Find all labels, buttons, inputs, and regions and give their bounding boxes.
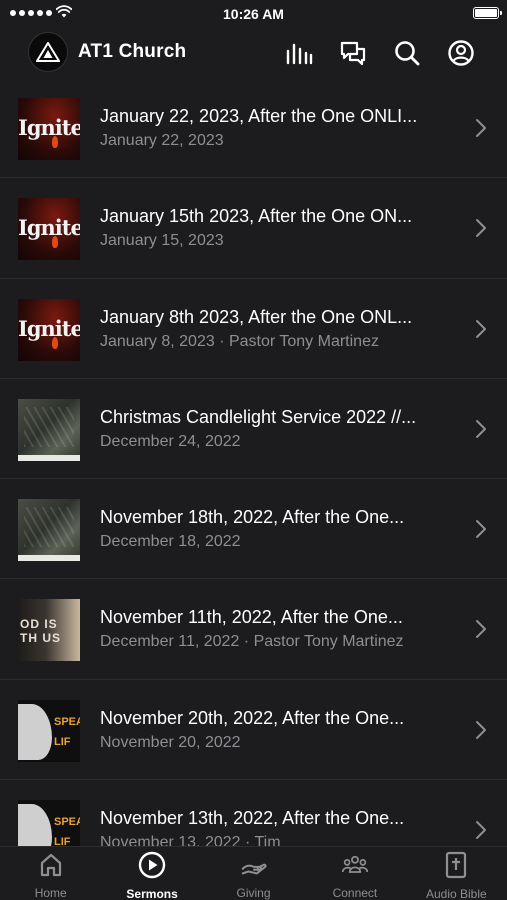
sermon-row[interactable]: SPEA LIF November 20th, 2022, After the O… [0, 680, 507, 781]
play-circle-icon [138, 851, 166, 879]
chat-bubbles-icon [340, 41, 366, 66]
sermon-title: January 22, 2023, After the One ONLI... [100, 106, 418, 126]
chevron-right-icon [475, 519, 487, 544]
thumbnail-text: SPEA LIF [54, 816, 80, 846]
status-time: 10:26 AM [223, 6, 284, 22]
thumbnail-text: Ignite [18, 215, 80, 241]
face-silhouette [18, 804, 52, 846]
sermon-thumbnail: Ignite [18, 198, 80, 261]
app-title: AT1 Church [78, 41, 187, 62]
sermon-row[interactable]: Ignite January 22, 2023, After the One ON… [0, 78, 507, 179]
tab-bar: Home Sermons Giving Connect Audio Bible [0, 846, 507, 900]
flame-icon [52, 336, 58, 349]
flame-icon [52, 236, 58, 249]
live-audio-button[interactable] [284, 38, 314, 68]
sermon-list[interactable]: Ignite January 22, 2023, After the One ON… [0, 78, 507, 846]
tab-label: Home [34, 886, 67, 900]
tab-giving[interactable]: Giving [203, 847, 304, 900]
tab-home[interactable]: Home [0, 847, 101, 900]
sermon-subtitle: December 18, 2022 [100, 533, 241, 551]
chevron-right-icon [475, 720, 487, 745]
tab-label: Sermons [126, 887, 178, 900]
chevron-right-icon [475, 319, 487, 344]
chevron-right-icon [475, 118, 487, 143]
chevron-right-icon [475, 419, 487, 444]
chevron-right-icon [475, 619, 487, 644]
tab-audio-bible[interactable]: Audio Bible [406, 847, 507, 900]
thumbnail-text: Ignite [18, 115, 80, 140]
search-button[interactable] [392, 38, 422, 68]
flame-icon [52, 136, 58, 148]
sermon-title: November 18th, 2022, After the One... [100, 507, 405, 528]
people-icon [341, 851, 369, 878]
sermon-title: November 13th, 2022, After the One... [100, 808, 405, 829]
thumbnail-text: OD IS TH US [20, 617, 61, 646]
sermon-row[interactable]: SPEA LIF November 13th, 2022, After the O… [0, 780, 507, 846]
battery-icon [473, 7, 502, 19]
sermon-subtitle: January 8, 2023 · Pastor Tony Martinez [100, 332, 379, 350]
chevron-right-icon [475, 820, 487, 845]
sermon-subtitle: December 11, 2022 · Pastor Tony Martinez [100, 633, 404, 651]
messages-button[interactable] [338, 38, 368, 68]
sermon-thumbnail: SPEA LIF [18, 800, 80, 846]
status-bar: 10:26 AM [0, 0, 507, 28]
audio-bars-icon [286, 43, 313, 65]
sermon-row[interactable]: OD IS TH US November 11th, 2022, After th… [0, 579, 507, 680]
sermon-subtitle: November 20, 2022 [100, 733, 241, 751]
sermon-subtitle: December 24, 2022 [100, 432, 241, 450]
sermon-row[interactable]: November 18th, 2022, After the One... Dec… [0, 479, 507, 580]
tab-label: Connect [332, 886, 378, 900]
sermon-thumbnail: Ignite [18, 298, 80, 361]
tab-sermons[interactable]: Sermons [101, 847, 202, 900]
sermon-subtitle: January 15, 2023 [100, 232, 224, 250]
home-icon [37, 851, 65, 878]
app-header: AT1 Church [0, 28, 507, 78]
bible-icon [442, 851, 470, 879]
church-logo[interactable] [28, 32, 68, 72]
sermon-subtitle: November 13, 2022 · Tim [100, 834, 281, 846]
sermon-row[interactable]: Ignite January 15th 2023, After the One O… [0, 178, 507, 279]
sermon-title: January 8th 2023, After the One ONL... [100, 306, 413, 327]
sermon-subtitle: January 22, 2023 [100, 132, 224, 149]
giving-hand-icon [240, 851, 268, 878]
chevron-right-icon [475, 218, 487, 243]
thumbnail-text: SPEA LIF [54, 715, 80, 748]
sermon-title: November 20th, 2022, After the One... [100, 707, 405, 728]
profile-button[interactable] [446, 38, 476, 68]
tab-connect[interactable]: Connect [304, 847, 405, 900]
tab-label: Audio Bible [425, 887, 487, 900]
sermon-thumbnail: SPEA LIF [18, 699, 80, 762]
sermon-thumbnail [18, 398, 80, 461]
triangle-logo-icon [36, 42, 60, 62]
sermon-title: January 15th 2023, After the One ON... [100, 206, 413, 227]
sermon-title: November 11th, 2022, After the One... [100, 607, 403, 628]
sermon-thumbnail [18, 499, 80, 562]
sermon-row[interactable]: Christmas Candlelight Service 2022 //...… [0, 379, 507, 480]
sermon-title: Christmas Candlelight Service 2022 //... [100, 406, 417, 427]
sermon-thumbnail: Ignite [18, 98, 80, 160]
thumbnail-text: Ignite [18, 315, 80, 341]
face-silhouette [18, 703, 52, 760]
sermon-row[interactable]: Ignite January 8th 2023, After the One ON… [0, 279, 507, 379]
search-icon [395, 41, 420, 66]
tab-label: Giving [236, 886, 271, 900]
user-circle-icon [448, 40, 474, 66]
sermon-thumbnail: OD IS TH US [18, 599, 80, 662]
